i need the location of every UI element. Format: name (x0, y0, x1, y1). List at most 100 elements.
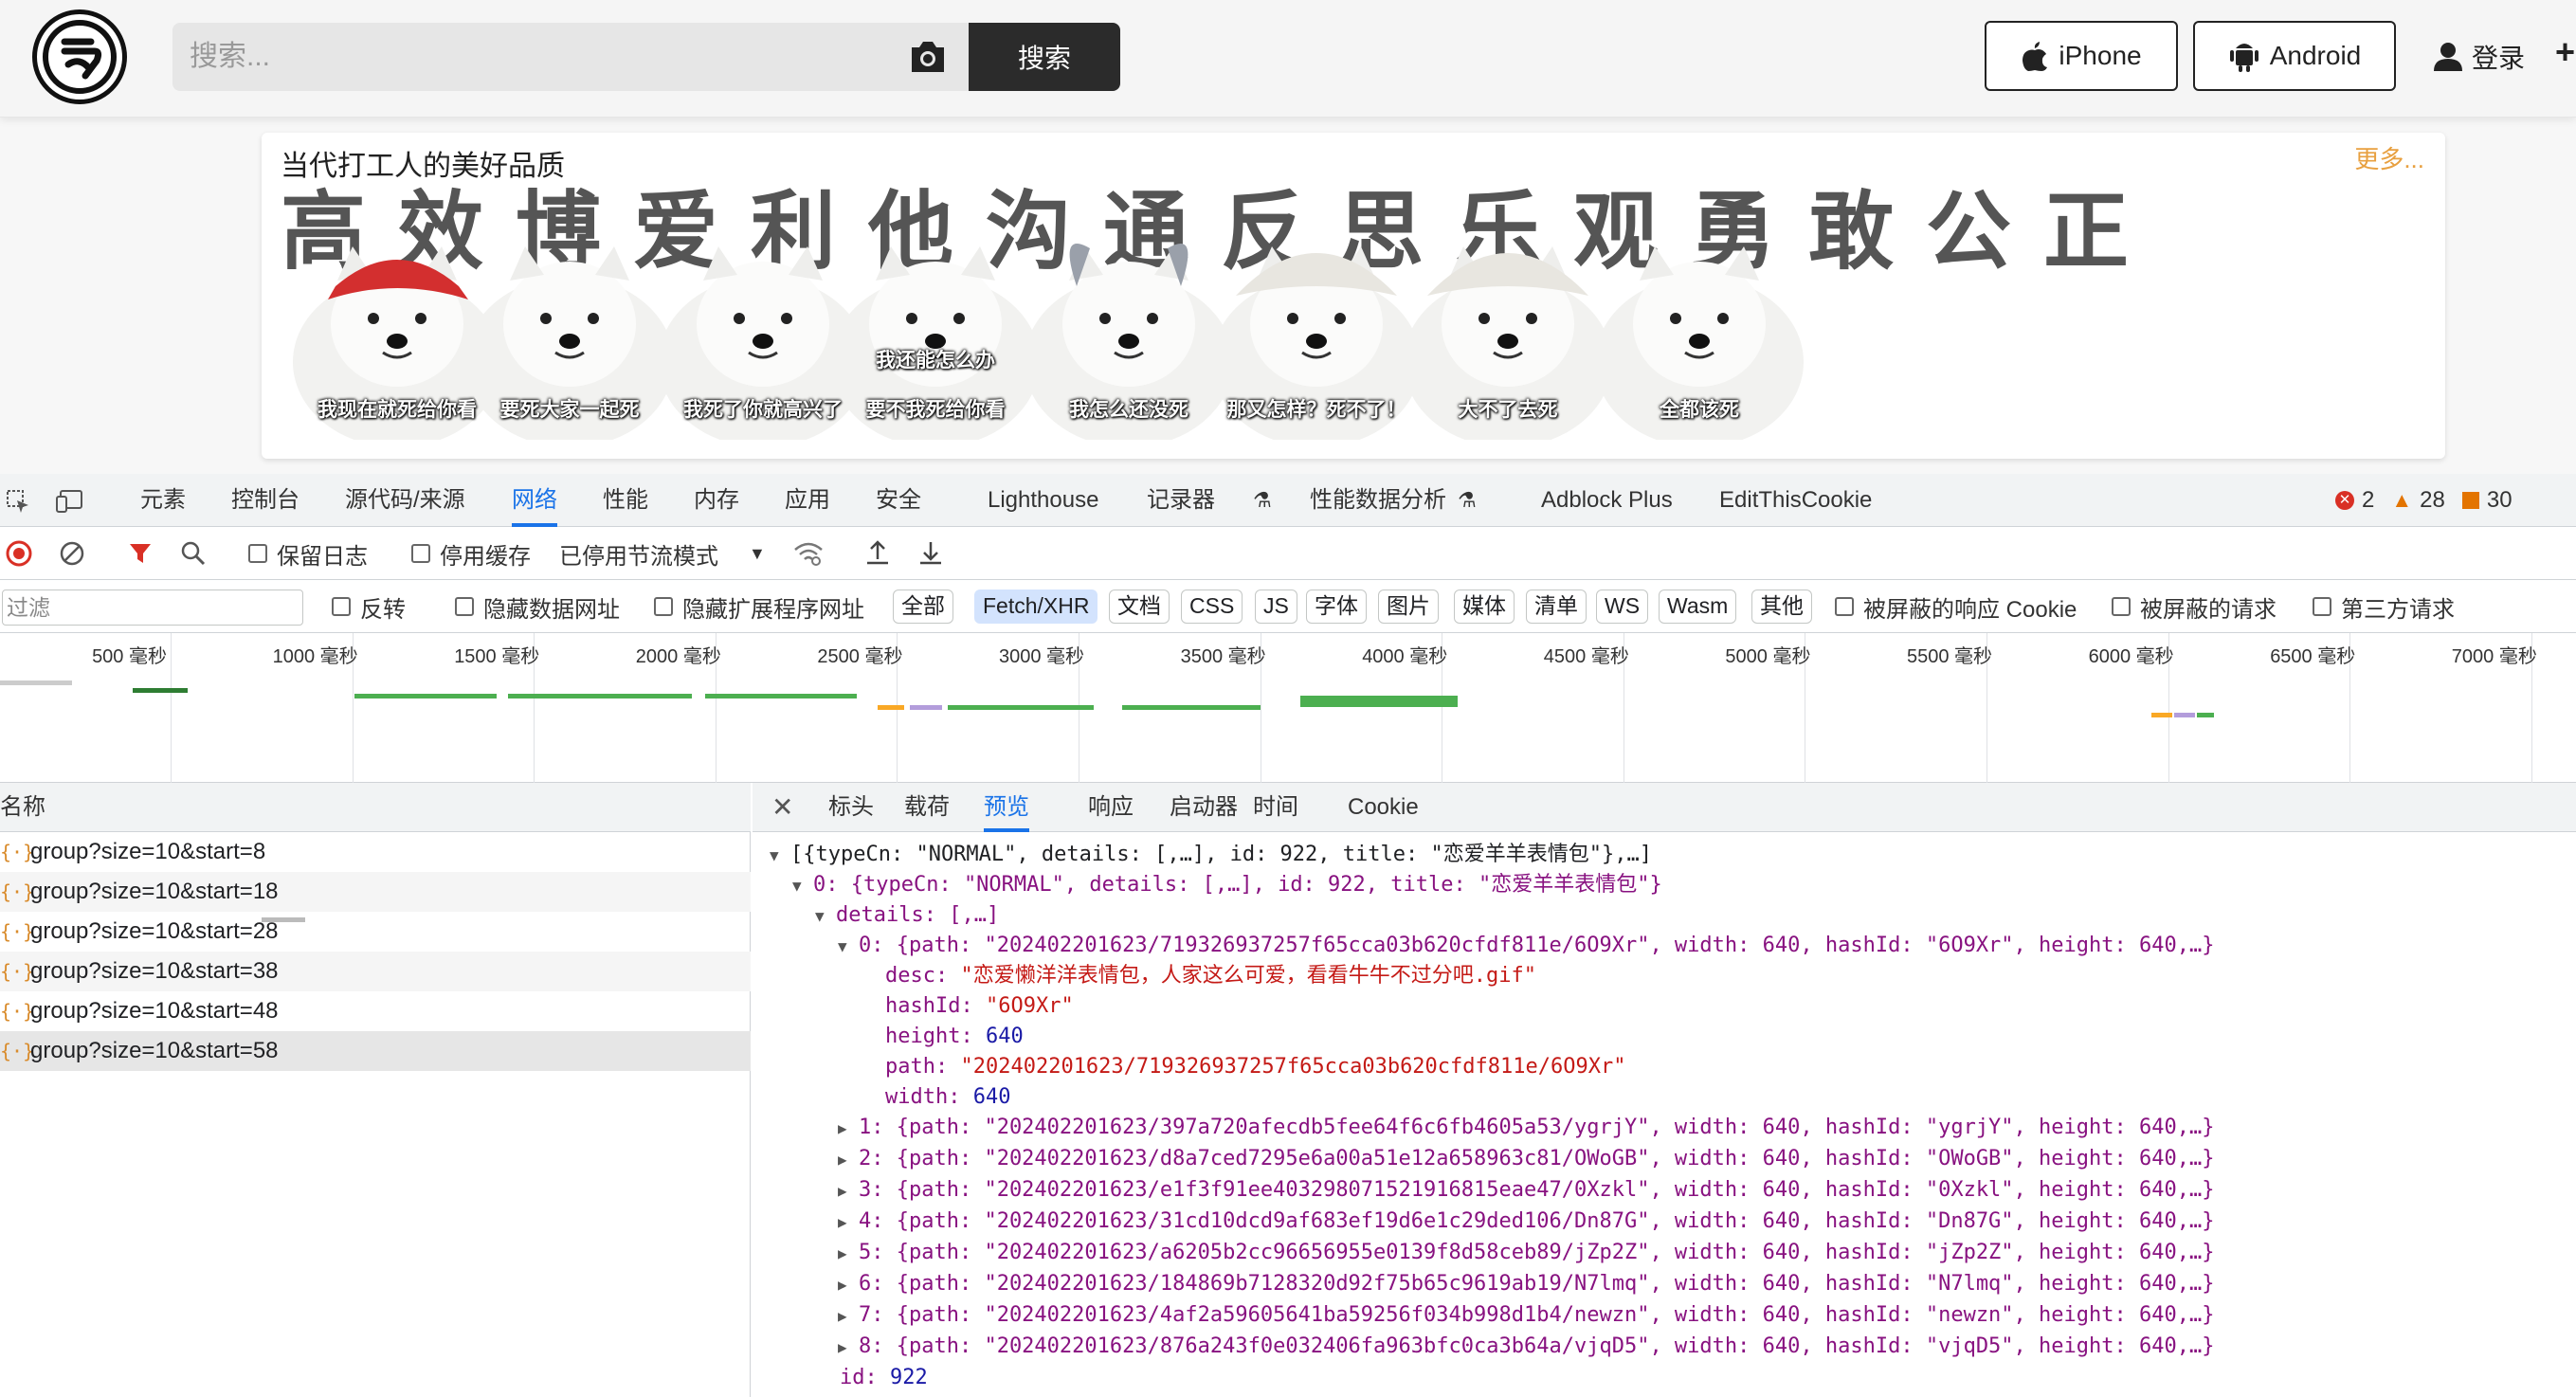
tree-item-0[interactable]: ▼ 0: {typeCn: "NORMAL", details: [,…], id… (792, 870, 1662, 901)
filter-type-button[interactable]: WS (1596, 590, 1649, 624)
name-column-header[interactable]: 名称 (0, 783, 751, 832)
request-row[interactable]: {·} group?size=10&start=58 (0, 1031, 751, 1071)
more-link[interactable]: 更多... (2354, 140, 2424, 175)
tree-detail-row[interactable]: ▶ 6: {path: "202402201623/184869b7128320d… (838, 1269, 2214, 1300)
devtools-tab[interactable]: Adblock Plus (1541, 474, 1673, 527)
request-row[interactable]: {·} group?size=10&start=48 (0, 991, 751, 1031)
filter-type-button[interactable]: 图片 (1378, 590, 1439, 624)
request-row[interactable]: {·} group?size=10&start=38 (0, 952, 751, 991)
detail-tab[interactable]: 标头 (828, 783, 874, 832)
detail-tab[interactable]: 时间 (1253, 783, 1298, 832)
info-icon (2461, 492, 2479, 509)
blocked-cookies-checkbox[interactable]: 被屏蔽的响应 Cookie (1835, 580, 2077, 633)
timeline-tick-label: 5000 毫秒 (1725, 646, 1811, 667)
devtools-tab[interactable]: 性能数据分析 (1310, 474, 1475, 527)
site-logo[interactable] (32, 9, 127, 104)
device-toolbar-icon[interactable] (55, 489, 83, 514)
filter-type-button[interactable]: JS (1255, 590, 1297, 624)
plus-icon[interactable]: + (2555, 32, 2575, 72)
timeline-tick-label: 6500 毫秒 (2270, 646, 2356, 667)
devtools-tab[interactable]: 元素 (140, 474, 186, 527)
devtools-tab[interactable]: 控制台 (231, 474, 299, 527)
devtools-tab[interactable]: 源代码/来源 (345, 474, 465, 527)
tree-detail-row[interactable]: ▶ 3: {path: "202402201623/e1f3f91ee403298… (838, 1175, 2214, 1206)
user-icon (2434, 43, 2462, 71)
hide-data-urls-checkbox[interactable]: 隐藏数据网址 (455, 580, 620, 633)
devtools-tab[interactable]: 安全 (876, 474, 921, 527)
tree-detail-row[interactable]: ▶ 5: {path: "202402201623/a6205b2cc966569… (838, 1238, 2214, 1269)
filter-type-button[interactable]: 媒体 (1454, 590, 1515, 624)
experimental-flask-icon: ⚗ (1458, 488, 1477, 512)
request-row[interactable]: {·} group?size=10&start=8 (0, 832, 751, 872)
filter-type-button[interactable]: 文档 (1109, 590, 1170, 624)
filter-type-button[interactable]: 其他 (1751, 590, 1812, 624)
devtools-tab[interactable]: 网络 (512, 474, 557, 527)
expanded-arrow-icon: ▼ (838, 937, 847, 955)
card-title: 当代打工人的美好品质 (281, 151, 565, 182)
detail-tab[interactable]: Cookie (1348, 783, 1419, 832)
devtools-tab[interactable]: Lighthouse (988, 474, 1098, 527)
tree-detail-row[interactable]: ▶ 2: {path: "202402201623/d8a7ced7295e6a0… (838, 1144, 2214, 1175)
filter-type-button[interactable]: CSS (1181, 590, 1243, 624)
devtools-tab[interactable]: 性能 (603, 474, 648, 527)
request-row[interactable]: {·} group?size=10&start=28 (0, 912, 751, 952)
meme-image[interactable]: 全都该死 (1581, 220, 1818, 447)
expanded-arrow-icon: ▼ (770, 846, 779, 864)
issue-counters[interactable]: ✕ 2 ▲ 28 30 (2335, 474, 2513, 527)
clear-icon[interactable] (59, 540, 85, 567)
disable-cache-checkbox[interactable]: 停用缓存 (411, 527, 531, 580)
timeline-request-bar (2151, 713, 2172, 717)
inspect-element-icon[interactable] (6, 489, 30, 514)
network-toolbar: 保留日志 停用缓存 已停用节流模式 ▼ (0, 527, 2576, 580)
iphone-download-button[interactable]: iPhone (1985, 21, 2178, 91)
record-stop-icon[interactable] (6, 540, 32, 567)
devtools-tab[interactable]: EditThisCookie (1719, 474, 1872, 527)
detail-tab[interactable]: 启动器 (1170, 783, 1238, 832)
detail-tab[interactable]: 响应 (1088, 783, 1134, 832)
tree-detail-row[interactable]: ▶ 7: {path: "202402201623/4af2a59605641ba… (838, 1300, 2214, 1332)
devtools-tab[interactable]: 记录器 (1147, 474, 1243, 527)
iphone-label: iPhone (2059, 41, 2142, 70)
close-icon[interactable]: ✕ (771, 783, 793, 832)
blocked-requests-checkbox[interactable]: 被屏蔽的请求 (2112, 580, 2277, 633)
request-name: group?size=10&start=38 (30, 958, 279, 984)
login-link[interactable]: 登录 (2432, 34, 2525, 80)
tree-detail-row[interactable]: ▶ 8: {path: "202402201623/876a243f0e03240… (838, 1332, 2214, 1363)
hide-extension-urls-checkbox[interactable]: 隐藏扩展程序网址 (654, 580, 864, 633)
detail-tab[interactable]: 预览 (984, 783, 1029, 832)
devtools-tab[interactable]: 应用 (785, 474, 830, 527)
filter-type-button[interactable]: 清单 (1526, 590, 1587, 624)
tree-detail-row[interactable]: ▶ 4: {path: "202402201623/31cd10dcd9af683… (838, 1206, 2214, 1238)
filter-type-button[interactable]: Fetch/XHR (974, 590, 1098, 624)
camera-icon[interactable] (906, 36, 950, 78)
download-icon[interactable] (917, 538, 944, 567)
tree-detail-0[interactable]: ▼ 0: {path: "202402201623/719326937257f65… (838, 931, 2214, 962)
third-party-checkbox[interactable]: 第三方请求 (2313, 580, 2455, 633)
request-name: group?size=10&start=48 (30, 998, 279, 1024)
expanded-arrow-icon: ▼ (815, 907, 825, 925)
search-input[interactable] (190, 23, 891, 91)
tree-details[interactable]: ▼ details: [,…] (815, 900, 999, 932)
filter-input[interactable] (2, 590, 303, 626)
upload-icon[interactable] (864, 538, 891, 567)
android-download-button[interactable]: Android (2193, 21, 2396, 91)
filter-type-button[interactable]: 全部 (893, 590, 953, 624)
network-overview-timeline[interactable]: 500 毫秒 1000 毫秒 1500 毫秒 2000 毫秒 2500 毫秒 3000 毫… (0, 633, 2576, 922)
request-row[interactable]: {·} group?size=10&start=18 (0, 872, 751, 912)
devtools-tab[interactable]: 内存 (694, 474, 739, 527)
preserve-log-checkbox[interactable]: 保留日志 (248, 527, 368, 580)
filter-type-button[interactable]: 字体 (1306, 590, 1367, 624)
network-conditions-icon[interactable] (792, 540, 825, 567)
tree-field-desc: desc: "恋爱懒洋洋表情包，人家这么可爱，看看牛牛不过分吧.gif" (885, 964, 1536, 988)
experimental-flask-icon: ⚗ (1253, 488, 1272, 512)
detail-tab[interactable]: 载荷 (904, 783, 950, 832)
throttling-select[interactable]: 已停用节流模式 ▼ (559, 527, 766, 580)
collapsed-arrow-icon: ▶ (838, 1307, 847, 1325)
search-icon[interactable] (180, 540, 207, 567)
invert-checkbox[interactable]: 反转 (332, 580, 406, 633)
filter-type-button[interactable]: Wasm (1659, 590, 1737, 624)
tree-root[interactable]: ▼ [{typeCn: "NORMAL", details: [,…], id: … (770, 840, 1652, 871)
search-button[interactable]: 搜索 (969, 23, 1120, 91)
tree-detail-row[interactable]: ▶ 1: {path: "202402201623/397a720afecdb5f… (838, 1113, 2214, 1144)
filter-icon[interactable] (127, 540, 154, 567)
